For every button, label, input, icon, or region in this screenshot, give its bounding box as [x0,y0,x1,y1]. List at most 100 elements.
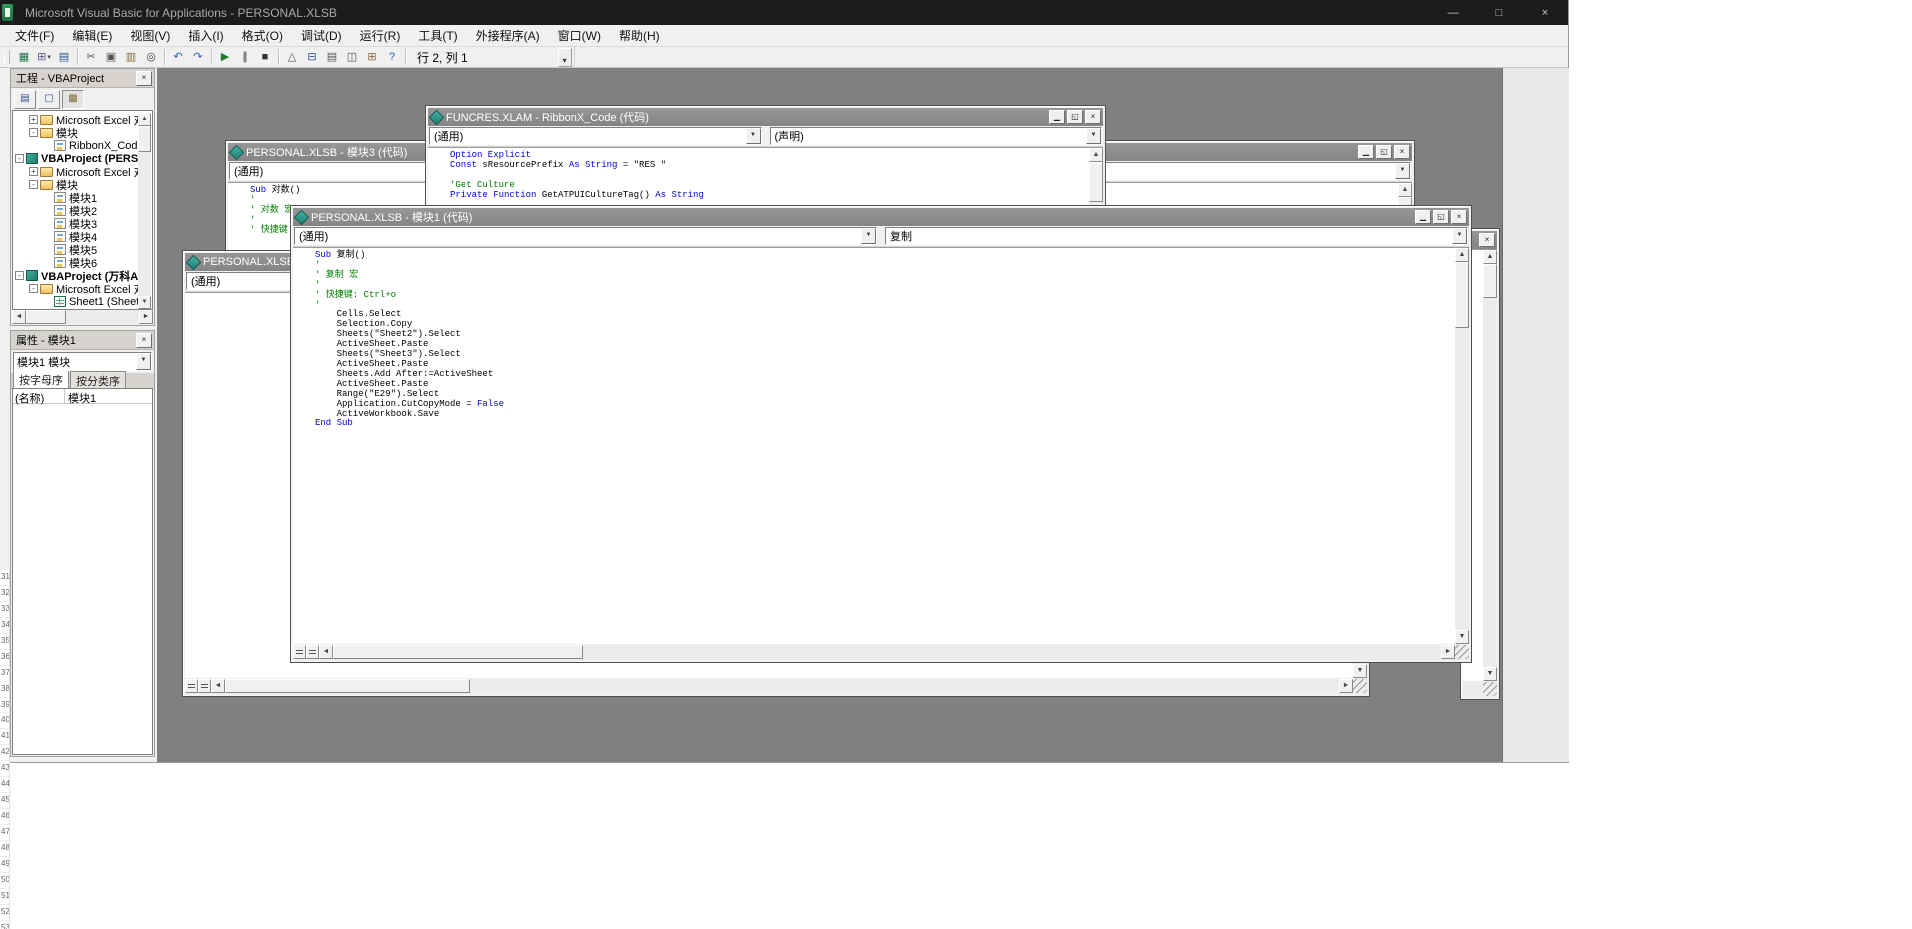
vertical-scrollbar[interactable]: ▲ ▼ [1455,248,1469,644]
excel-row-header[interactable]: 52 [0,905,9,921]
scroll-right-icon[interactable]: ► [139,310,153,324]
menu-item-9[interactable]: 窗口(W) [549,25,610,46]
tree-expander[interactable]: - [29,128,38,137]
properties-window-button[interactable]: ▤ [322,48,342,66]
scroll-track[interactable] [26,310,139,324]
design-mode-button[interactable]: △ [282,48,302,66]
save-button[interactable]: ▤ [54,48,74,66]
chevron-down-icon[interactable]: ▼ [746,128,761,144]
tree-expander[interactable]: - [15,271,24,280]
project-tree[interactable]: +Microsoft Excel 对象-模块RibbonX_Code-VBAPr… [15,113,138,309]
chevron-down-icon[interactable]: ▼ [136,353,151,370]
procedure-combobox[interactable]: 复制 ▼ [885,227,1468,245]
properties-panel-titlebar[interactable]: 属性 - 模块1 × [11,331,154,350]
cut-button[interactable]: ✂ [81,48,101,66]
view-object-button[interactable]: ▢ [38,90,60,109]
project-panel-titlebar[interactable]: 工程 - VBAProject × [11,69,154,88]
excel-row-header[interactable]: 45 [0,793,9,809]
object-browser-button[interactable]: ◫ [342,48,362,66]
excel-row-header[interactable]: 51 [0,889,9,905]
tree-item[interactable]: -模块 [15,126,138,139]
excel-row-header[interactable]: 49 [0,857,9,873]
excel-row-header[interactable]: 42 [0,745,9,761]
horizontal-scrollbar[interactable]: ◄ ► [319,645,1455,659]
scroll-thumb[interactable] [1483,264,1497,298]
object-combobox[interactable]: (通用) ▼ [429,127,762,145]
excel-row-header[interactable]: 44 [0,777,9,793]
excel-row-header[interactable]: 50 [0,873,9,889]
code-editor[interactable]: Sub 复制()'' 复制 宏'' 快捷键: Ctrl+o' Cells.Sel… [293,248,1455,644]
procedure-view-button[interactable] [185,679,198,693]
module-view-button[interactable] [306,645,319,659]
excel-row-header[interactable]: 46 [0,809,9,825]
tree-expander[interactable]: + [29,115,38,124]
scroll-left-icon[interactable]: ◄ [319,645,333,659]
horizontal-scrollbar[interactable]: ◄ ► [211,679,1353,693]
view-code-button[interactable]: ▤ [14,90,36,109]
menu-item-2[interactable]: 视图(V) [121,25,179,46]
main-titlebar[interactable]: Microsoft Visual Basic for Applications … [0,0,1568,25]
copy-button[interactable]: ▣ [101,48,121,66]
excel-row-header[interactable]: 37 [0,666,9,682]
properties-tab-0[interactable]: 按字母序 [13,370,69,390]
object-combobox[interactable]: (通用) ▼ [294,227,877,245]
project-tree-vscrollbar[interactable]: ▲ ▼ [138,113,151,309]
run-button[interactable]: ▶ [215,48,235,66]
scroll-down-icon[interactable]: ▼ [1483,667,1497,681]
paste-button[interactable]: ▥ [121,48,141,66]
scroll-thumb[interactable] [1455,262,1469,328]
find-button[interactable]: ◎ [141,48,161,66]
scroll-down-icon[interactable]: ▼ [1353,664,1367,678]
vertical-scrollbar[interactable]: ▲ ▼ [1483,250,1497,681]
child-close-button[interactable]: × [1394,145,1410,159]
excel-row-header[interactable]: 31 [0,570,9,586]
menu-item-4[interactable]: 格式(O) [233,25,292,46]
menu-item-7[interactable]: 工具(T) [409,25,466,46]
child-minimize-button[interactable]: ▁ [1049,110,1065,124]
chevron-down-icon[interactable]: ▼ [861,228,876,244]
toolbox-button[interactable]: ⊞ [362,48,382,66]
menu-item-10[interactable]: 帮助(H) [610,25,669,46]
menu-item-1[interactable]: 编辑(E) [63,25,121,46]
close-button[interactable]: × [1522,0,1568,25]
module-view-button[interactable] [198,679,211,693]
menu-item-3[interactable]: 插入(I) [179,25,232,46]
excel-row-header[interactable]: 33 [0,602,9,618]
code-window-module1[interactable]: PERSONAL.XLSB - 模块1 (代码) ▁ ◱ × (通用) ▼ 复制… [290,205,1472,663]
scroll-down-icon[interactable]: ▼ [1455,630,1469,644]
child-minimize-button[interactable]: ▁ [1415,210,1431,224]
reset-button[interactable]: ■ [255,48,275,66]
toolbar-overflow-button[interactable]: ▾ [558,48,572,67]
scroll-up-icon[interactable]: ▲ [1089,148,1103,162]
tree-expander[interactable]: - [15,154,24,163]
child-titlebar[interactable]: PERSONAL.XLSB - 模块1 (代码) ▁ ◱ × [293,208,1469,226]
tree-item[interactable]: -Microsoft Excel 对象 [15,282,138,295]
toggle-folders-button[interactable]: ▩ [62,90,84,109]
properties-panel-close-button[interactable]: × [136,333,152,348]
tree-expander[interactable]: - [29,180,38,189]
tree-expander[interactable]: + [29,167,38,176]
help-button[interactable]: ? [382,48,402,66]
tree-item[interactable]: Sheet1 (Sheet1) [15,295,138,308]
maximize-button[interactable]: □ [1476,0,1522,25]
property-value-cell[interactable]: 模块1 [65,389,152,404]
excel-row-header[interactable]: 34 [0,618,9,634]
excel-row-header[interactable]: 35 [0,634,9,650]
chevron-down-icon[interactable]: ▼ [1452,228,1467,244]
procedure-view-button[interactable] [293,645,306,659]
scroll-thumb[interactable] [225,679,470,693]
child-minimize-button[interactable]: ▁ [1358,145,1374,159]
resize-grip[interactable] [1483,682,1497,696]
undo-button[interactable]: ↶ [168,48,188,66]
scroll-up-icon[interactable]: ▲ [1398,183,1412,197]
scroll-left-icon[interactable]: ◄ [12,310,26,324]
excel-row-header[interactable]: 32 [0,586,9,602]
excel-row-header[interactable]: 39 [0,698,9,714]
chevron-down-icon[interactable]: ▼ [1086,128,1101,144]
tree-item[interactable]: RibbonX_Code [15,139,138,152]
procedure-combobox[interactable]: (声明) ▼ [770,127,1103,145]
excel-row-header[interactable]: 47 [0,825,9,841]
excel-row-header[interactable]: 40 [0,713,9,729]
project-panel-close-button[interactable]: × [136,71,152,86]
project-tree-hscrollbar[interactable]: ◄ ► [12,310,153,324]
